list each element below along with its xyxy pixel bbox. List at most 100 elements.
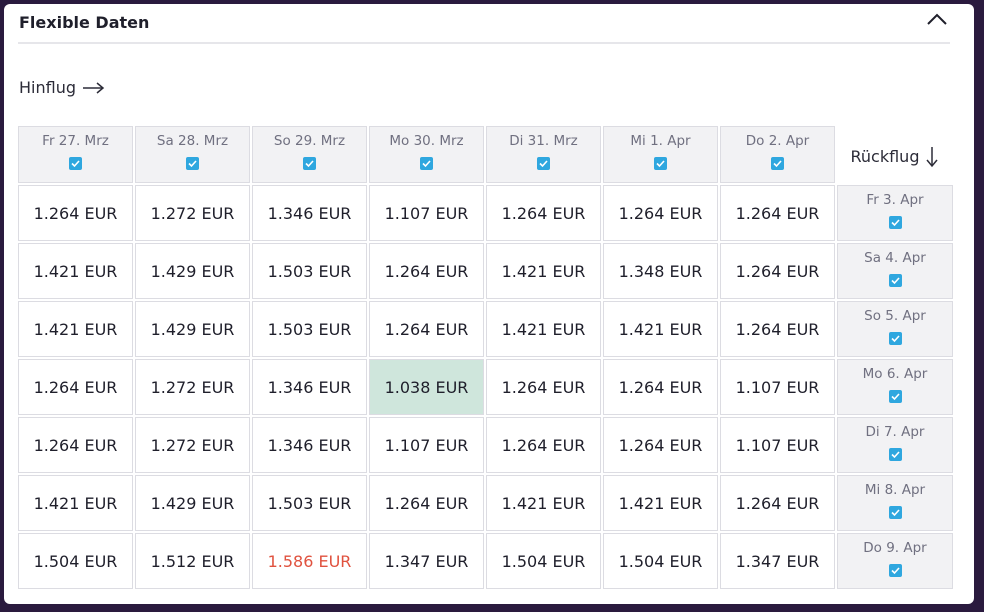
price-cell[interactable]: 1.421 EUR <box>18 301 133 357</box>
price-cell[interactable]: 1.421 EUR <box>486 475 601 531</box>
return-date-label: So 5. Apr <box>864 308 926 324</box>
price-cell[interactable]: 1.421 EUR <box>18 243 133 299</box>
price-cell[interactable]: 1.264 EUR <box>486 359 601 415</box>
outbound-date-header: Fr 27. Mrz <box>18 126 133 183</box>
price-cell[interactable]: 1.347 EUR <box>369 533 484 589</box>
return-date-header: Fr 3. Apr <box>837 185 953 241</box>
checkbox[interactable] <box>888 564 902 577</box>
price-cell[interactable]: 1.503 EUR <box>252 243 367 299</box>
price-cell[interactable]: 1.107 EUR <box>720 359 835 415</box>
price-cell[interactable]: 1.264 EUR <box>369 475 484 531</box>
price-cell[interactable]: 1.504 EUR <box>603 533 718 589</box>
price-cell[interactable]: 1.264 EUR <box>369 301 484 357</box>
price-cell[interactable]: 1.346 EUR <box>252 359 367 415</box>
checkbox-checked-icon <box>890 509 900 517</box>
checkbox[interactable] <box>888 448 902 461</box>
price-cell[interactable]: 1.421 EUR <box>18 475 133 531</box>
checkbox[interactable] <box>888 390 902 403</box>
checkbox-checked-icon <box>890 567 900 575</box>
price-cell[interactable]: 1.421 EUR <box>486 243 601 299</box>
return-date-label: Mi 8. Apr <box>864 482 926 498</box>
checkbox-checked-icon <box>539 160 548 168</box>
checkbox[interactable] <box>888 332 902 345</box>
price-cell[interactable]: 1.421 EUR <box>486 301 601 357</box>
price-cell[interactable]: 1.264 EUR <box>720 475 835 531</box>
price-cell[interactable]: 1.264 EUR <box>18 185 133 241</box>
return-date-label: Mo 6. Apr <box>862 366 928 382</box>
collapse-button[interactable] <box>924 8 950 32</box>
outbound-label: Hinflug <box>19 78 106 97</box>
outbound-date-label: Fr 27. Mrz <box>42 133 109 149</box>
outbound-date-label: Do 2. Apr <box>745 133 810 149</box>
price-cell[interactable]: 1.429 EUR <box>135 301 250 357</box>
checkbox[interactable] <box>186 157 199 170</box>
price-cell[interactable]: 1.107 EUR <box>369 185 484 241</box>
checkbox-checked-icon <box>422 160 431 168</box>
price-cell[interactable]: 1.346 EUR <box>252 185 367 241</box>
price-cell[interactable]: 1.264 EUR <box>720 243 835 299</box>
checkbox[interactable] <box>888 506 902 519</box>
price-cell[interactable]: 1.264 EUR <box>486 185 601 241</box>
price-cell[interactable]: 1.272 EUR <box>135 359 250 415</box>
checkbox-checked-icon <box>188 160 197 168</box>
price-cell[interactable]: 1.503 EUR <box>252 301 367 357</box>
price-cell[interactable]: 1.264 EUR <box>720 301 835 357</box>
return-date-header: Mi 8. Apr <box>837 475 953 531</box>
return-date-header: Sa 4. Apr <box>837 243 953 299</box>
checkbox[interactable] <box>888 216 902 229</box>
price-cell[interactable]: 1.503 EUR <box>252 475 367 531</box>
price-cell[interactable]: 1.512 EUR <box>135 533 250 589</box>
checkbox[interactable] <box>537 157 550 170</box>
price-cell[interactable]: 1.429 EUR <box>135 243 250 299</box>
price-cell[interactable]: 1.264 EUR <box>18 417 133 473</box>
price-cell[interactable]: 1.264 EUR <box>603 359 718 415</box>
price-cell[interactable]: 1.272 EUR <box>135 185 250 241</box>
outbound-date-header: Sa 28. Mrz <box>135 126 250 183</box>
outbound-date-header: Di 31. Mrz <box>486 126 601 183</box>
checkbox-checked-icon <box>890 393 900 401</box>
return-date-header: Mo 6. Apr <box>837 359 953 415</box>
price-cell[interactable]: 1.272 EUR <box>135 417 250 473</box>
price-cell[interactable]: 1.421 EUR <box>603 475 718 531</box>
price-cell[interactable]: 1.038 EUR <box>369 359 484 415</box>
price-cell[interactable]: 1.347 EUR <box>720 533 835 589</box>
return-date-label: Do 9. Apr <box>863 540 927 556</box>
checkbox[interactable] <box>771 157 784 170</box>
price-cell[interactable]: 1.264 EUR <box>18 359 133 415</box>
checkbox[interactable] <box>420 157 433 170</box>
return-date-header: Do 9. Apr <box>837 533 953 589</box>
arrow-down-icon <box>926 146 939 167</box>
price-cell[interactable]: 1.107 EUR <box>720 417 835 473</box>
outbound-date-header: So 29. Mrz <box>252 126 367 183</box>
return-date-label: Fr 3. Apr <box>866 192 924 208</box>
arrow-right-icon <box>83 81 105 94</box>
price-cell[interactable]: 1.107 EUR <box>369 417 484 473</box>
price-cell[interactable]: 1.421 EUR <box>603 301 718 357</box>
checkbox-checked-icon <box>890 451 900 459</box>
outbound-label-text: Hinflug <box>19 78 76 97</box>
outbound-date-label: Mi 1. Apr <box>630 133 691 149</box>
price-cell[interactable]: 1.346 EUR <box>252 417 367 473</box>
price-cell[interactable]: 1.264 EUR <box>603 185 718 241</box>
checkbox[interactable] <box>69 157 82 170</box>
price-cell[interactable]: 1.504 EUR <box>18 533 133 589</box>
checkbox[interactable] <box>888 274 902 287</box>
price-cell[interactable]: 1.264 EUR <box>603 417 718 473</box>
checkbox-checked-icon <box>890 335 900 343</box>
return-label: Rückflug <box>837 126 953 183</box>
price-cell[interactable]: 1.348 EUR <box>603 243 718 299</box>
checkbox[interactable] <box>303 157 316 170</box>
price-cell[interactable]: 1.264 EUR <box>486 417 601 473</box>
price-cell[interactable]: 1.504 EUR <box>486 533 601 589</box>
checkbox-checked-icon <box>71 160 80 168</box>
price-cell[interactable]: 1.264 EUR <box>369 243 484 299</box>
outbound-date-header: Mo 30. Mrz <box>369 126 484 183</box>
price-grid: Fr 27. Mrz Sa 28. Mrz So 29. Mrz Mo 30. Mrz… <box>18 126 953 589</box>
price-cell[interactable]: 1.264 EUR <box>720 185 835 241</box>
checkbox[interactable] <box>654 157 667 170</box>
checkbox-checked-icon <box>890 277 900 285</box>
price-cell[interactable]: 1.429 EUR <box>135 475 250 531</box>
outbound-date-header: Mi 1. Apr <box>603 126 718 183</box>
checkbox-checked-icon <box>773 160 782 168</box>
price-cell[interactable]: 1.586 EUR <box>252 533 367 589</box>
